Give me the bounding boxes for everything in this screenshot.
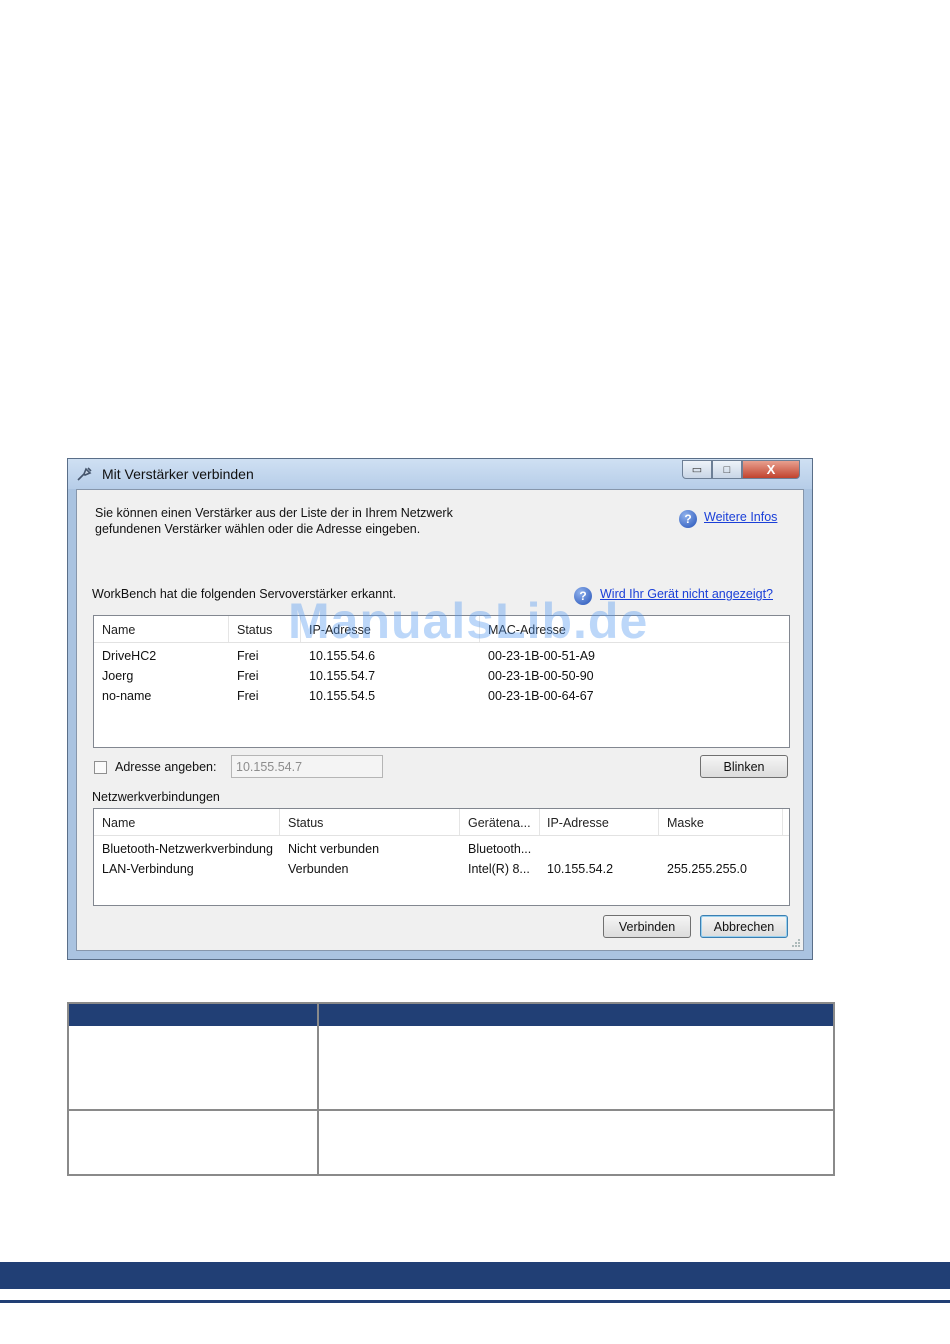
column-header-mask[interactable]: Maske: [667, 816, 704, 830]
blink-button[interactable]: Blinken: [700, 755, 788, 778]
cell-mac: 00-23-1B-00-50-90: [488, 669, 594, 683]
maximize-button[interactable]: □: [712, 460, 742, 479]
network-list-header: Name Status Gerätena... IP-Adresse Maske: [94, 809, 789, 836]
connect-button[interactable]: Verbinden: [603, 915, 691, 938]
table-header-cell: [69, 1004, 317, 1026]
more-info-link[interactable]: Weitere Infos: [704, 510, 777, 524]
column-header-status[interactable]: Status: [288, 816, 323, 830]
cell-status: Frei: [237, 689, 259, 703]
cell-name: no-name: [102, 689, 152, 703]
cancel-button-label: Abbrechen: [713, 919, 775, 934]
column-header-status[interactable]: Status: [237, 623, 272, 637]
network-plug-icon: [77, 467, 92, 481]
resize-grip-icon[interactable]: [791, 938, 801, 948]
intro-text-line2: gefundenen Verstärker wählen oder die Ad…: [95, 522, 421, 536]
table-divider: [69, 1109, 833, 1111]
cell-name: Bluetooth-Netzwerkverbindung: [102, 842, 273, 856]
table-row[interactable]: DriveHC2 Frei 10.155.54.6 00-23-1B-00-51…: [94, 647, 789, 667]
close-button[interactable]: X: [742, 460, 800, 479]
blink-button-label: Blinken: [723, 759, 765, 774]
cell-ip: 10.155.54.6: [309, 649, 376, 663]
column-header-name[interactable]: Name: [102, 816, 135, 830]
column-header-ip[interactable]: IP-Adresse: [547, 816, 609, 830]
table-row[interactable]: Joerg Frei 10.155.54.7 00-23-1B-00-50-90: [94, 667, 789, 687]
footer-rule: [0, 1300, 950, 1303]
cell-status: Frei: [237, 669, 259, 683]
address-input[interactable]: [231, 755, 383, 778]
watermark: ManualsLib.de: [288, 593, 649, 649]
connect-button-label: Verbinden: [618, 919, 676, 934]
column-header-name[interactable]: Name: [102, 623, 135, 637]
cancel-button[interactable]: Abbrechen: [700, 915, 788, 938]
connect-dialog-window: Mit Verstärker verbinden ▭ □ X Sie könne…: [67, 458, 813, 960]
maximize-icon: □: [723, 463, 731, 476]
cell-ip: 10.155.54.7: [309, 669, 376, 683]
footer-band: [0, 1262, 950, 1289]
specify-address-checkbox[interactable]: [94, 761, 107, 774]
cell-device-name: Bluetooth...: [468, 842, 532, 856]
cell-status: Nicht verbunden: [288, 842, 380, 856]
column-header-device-name[interactable]: Gerätena...: [468, 816, 531, 830]
close-icon: X: [766, 462, 776, 477]
cell-mac: 00-23-1B-00-51-A9: [488, 649, 596, 663]
minimize-button[interactable]: ▭: [682, 460, 712, 479]
cell-name: LAN-Verbindung: [102, 862, 194, 876]
cell-status: Frei: [237, 649, 259, 663]
cell-status: Verbunden: [288, 862, 349, 876]
specify-address-label: Adresse angeben:: [115, 760, 217, 774]
dialog-body: Sie können einen Verstärker aus der List…: [76, 489, 804, 951]
help-icon[interactable]: ?: [679, 510, 697, 528]
cell-mask: 255.255.255.0: [667, 862, 747, 876]
network-connections-list[interactable]: Name Status Gerätena... IP-Adresse Maske…: [93, 808, 790, 906]
minimize-icon: ▭: [691, 464, 703, 476]
cell-ip: 10.155.54.2: [547, 862, 614, 876]
cell-device-name: Intel(R) 8...: [468, 862, 530, 876]
intro-text-line1: Sie können einen Verstärker aus der List…: [95, 506, 453, 520]
table-row[interactable]: Bluetooth-Netzwerkverbindung Nicht verbu…: [94, 840, 789, 860]
table-row[interactable]: no-name Frei 10.155.54.5 00-23-1B-00-64-…: [94, 687, 789, 707]
network-connections-label: Netzwerkverbindungen: [92, 790, 220, 804]
cell-name: DriveHC2: [102, 649, 157, 663]
table-header-cell: [319, 1004, 833, 1026]
table-row[interactable]: LAN-Verbindung Verbunden Intel(R) 8... 1…: [94, 860, 789, 880]
table-divider: [317, 1004, 319, 1174]
title-bar[interactable]: Mit Verstärker verbinden ▭ □ X: [68, 459, 812, 489]
cell-mac: 00-23-1B-00-64-67: [488, 689, 594, 703]
description-table: [67, 1002, 835, 1176]
cell-ip: 10.155.54.5: [309, 689, 376, 703]
window-title: Mit Verstärker verbinden: [102, 466, 254, 482]
cell-name: Joerg: [102, 669, 134, 683]
